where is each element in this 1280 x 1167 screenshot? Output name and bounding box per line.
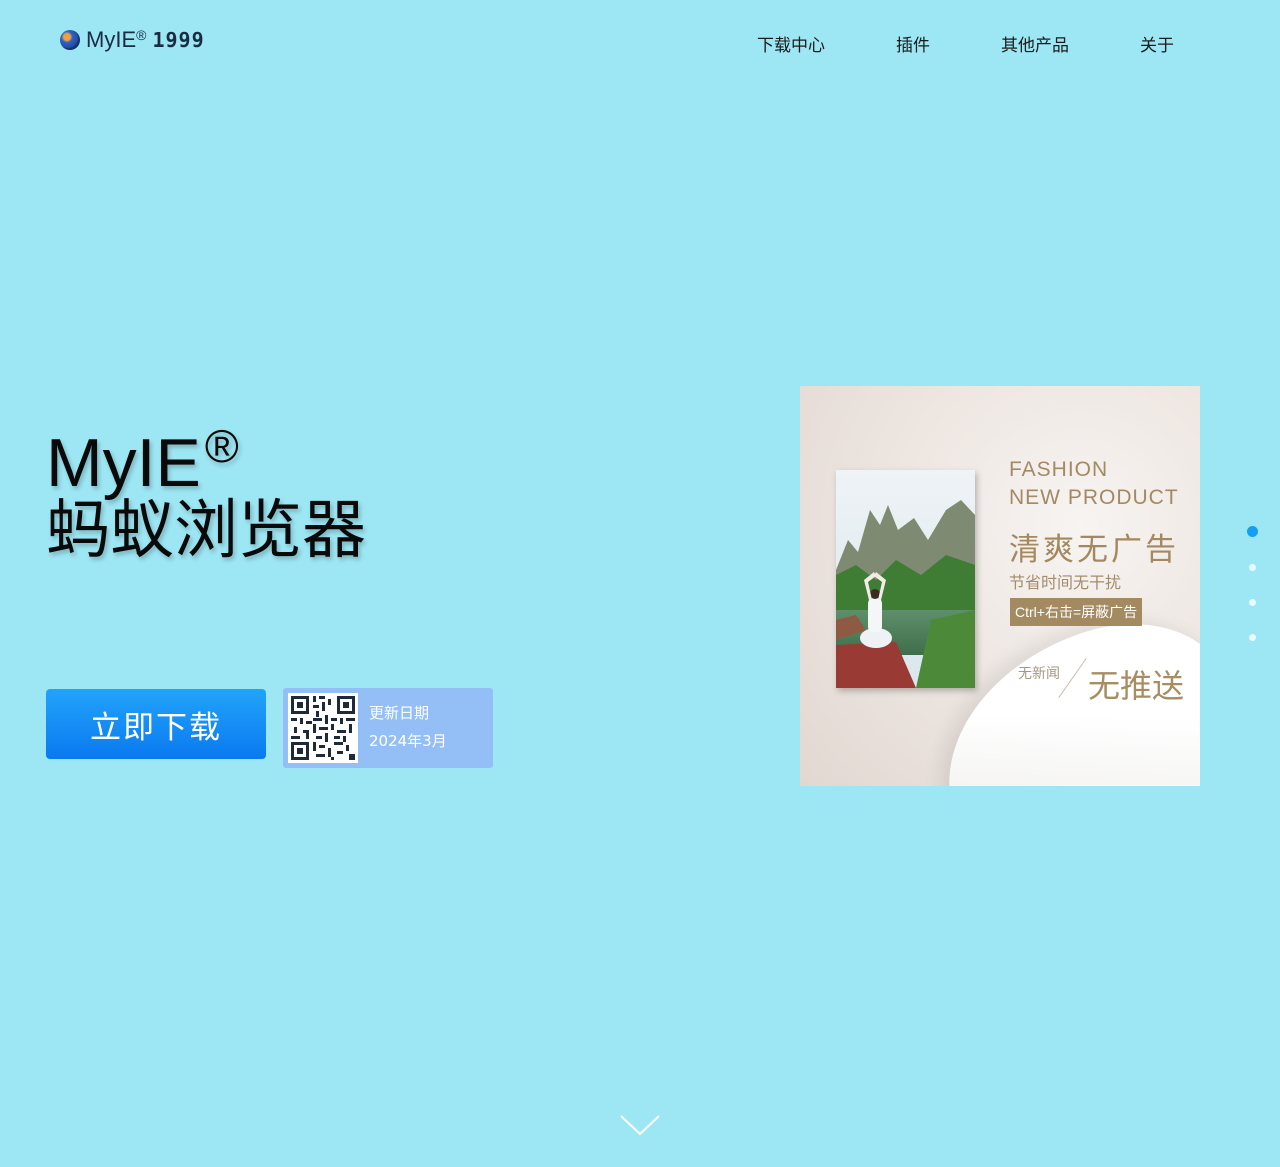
- ad-subline: 节省时间无干扰: [1009, 573, 1122, 592]
- globe-icon: [60, 30, 80, 50]
- site-logo[interactable]: MyIE® 1999: [60, 26, 205, 54]
- ad-shortcut-tag: Ctrl+右击=屏蔽广告: [1010, 598, 1143, 626]
- carousel-dot-1[interactable]: [1247, 526, 1258, 537]
- ad-headline: 清爽无广告: [1009, 532, 1179, 568]
- top-bar: MyIE® 1999 下载中心 插件 其他产品 关于: [0, 0, 1280, 84]
- ad-no-push: 无推送: [1088, 667, 1185, 705]
- download-now-button[interactable]: 立即下载: [46, 689, 266, 759]
- chevron-down-icon[interactable]: [619, 1113, 661, 1137]
- ad-no-news: 无新闻: [1018, 666, 1060, 682]
- promo-banner[interactable]: FASHION NEW PRODUCT 清爽无广告 节省时间无干扰 Ctrl+右…: [800, 386, 1200, 786]
- product-subtitle: 蚂蚁浏览器: [46, 494, 366, 568]
- carousel-dot-2[interactable]: [1249, 564, 1256, 571]
- ad-fashion-heading: FASHION NEW PRODUCT: [1009, 458, 1179, 509]
- nav-other-products[interactable]: 其他产品: [1001, 31, 1069, 56]
- qr-update-card: 更新日期 2024年3月: [283, 688, 493, 768]
- logo-year: 1999: [152, 28, 205, 52]
- nav-download-center[interactable]: 下载中心: [757, 31, 825, 56]
- qr-code-icon: [288, 693, 358, 763]
- nav-plugins[interactable]: 插件: [896, 31, 930, 56]
- update-date-label: 更新日期: [369, 704, 430, 722]
- logo-text: MyIE®: [86, 27, 147, 52]
- hero-title: MyIE® 蚂蚁浏览器: [46, 408, 366, 569]
- brand-name: MyIE®: [46, 420, 239, 501]
- nav-about[interactable]: 关于: [1140, 31, 1174, 56]
- update-date-value: 2024年3月: [369, 732, 447, 750]
- carousel-dot-4[interactable]: [1249, 634, 1256, 641]
- carousel-dot-3[interactable]: [1249, 599, 1256, 606]
- promo-photo: [836, 470, 975, 688]
